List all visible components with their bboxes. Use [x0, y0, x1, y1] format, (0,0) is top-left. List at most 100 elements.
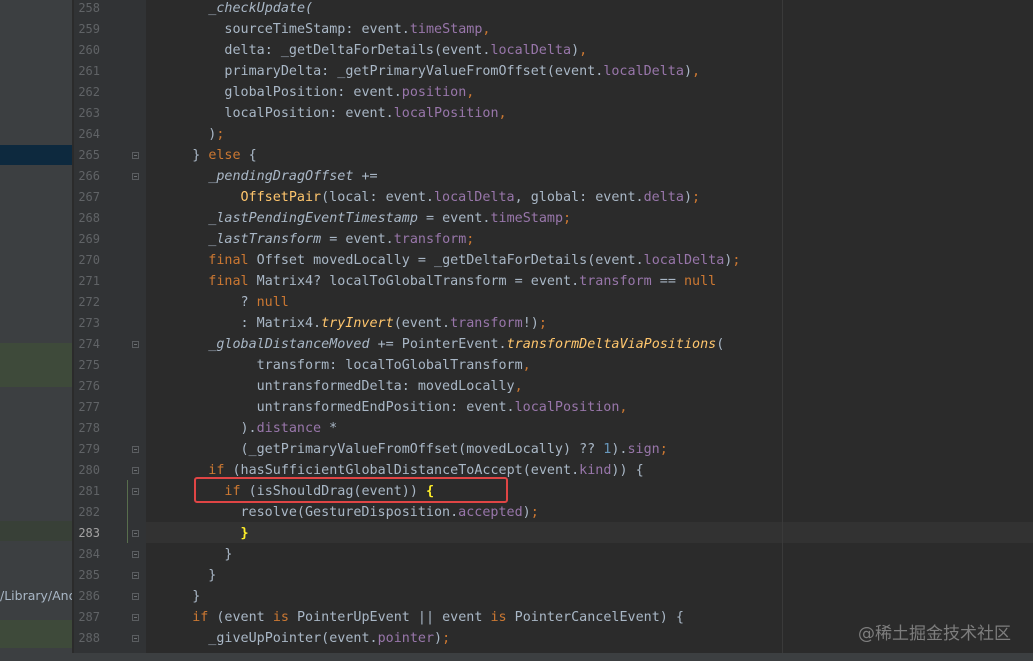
code-line[interactable]: ); — [208, 124, 224, 145]
line-number[interactable]: 286 — [74, 586, 100, 607]
code-token: ; — [732, 253, 741, 268]
code-line[interactable]: ).distance * — [241, 418, 338, 439]
fold-marker-icon[interactable] — [132, 530, 139, 537]
line-number[interactable]: 278 — [74, 418, 100, 439]
code-token: _checkUpdate( — [208, 1, 314, 16]
fold-marker-icon[interactable] — [132, 152, 139, 159]
code-line[interactable]: (_getPrimaryValueFromOffset(movedLocally… — [241, 439, 668, 460]
fold-marker-icon[interactable] — [132, 446, 139, 453]
code-token: ( — [716, 337, 725, 352]
fold-marker-icon[interactable] — [132, 467, 139, 474]
code-token: if — [208, 463, 225, 478]
line-number[interactable]: 267 — [74, 187, 100, 208]
code-editor[interactable]: _checkUpdate( sourceTimeStamp: event.time… — [146, 0, 1033, 661]
code-line[interactable]: OffsetPair(local: event.localDelta, glob… — [241, 187, 701, 208]
line-number[interactable]: 274 — [74, 334, 100, 355]
code-line[interactable]: } — [208, 565, 216, 586]
line-number[interactable]: 279 — [74, 439, 100, 460]
code-line[interactable]: delta: _getDeltaForDetails(event.localDe… — [224, 40, 587, 61]
code-line[interactable]: ? null — [241, 292, 289, 313]
code-line[interactable]: _checkUpdate( — [208, 0, 313, 19]
line-number[interactable]: 263 — [74, 103, 100, 124]
code-line[interactable]: } — [192, 586, 200, 607]
line-number-gutter[interactable]: 258 259 260 261 262 263 264 265 266 267 268 269 270 2… — [74, 0, 146, 661]
line-number[interactable]: 287 — [74, 607, 100, 628]
project-path-text[interactable]: /Library/And — [0, 586, 72, 606]
code-line[interactable]: : Matrix4.tryInvert(event.transform!); — [241, 313, 547, 334]
fold-marker-icon[interactable] — [132, 173, 139, 180]
code-line[interactable]: _lastPendingEventTimestamp = event.timeS… — [208, 208, 571, 229]
code-token: += PointerEvent. — [369, 337, 507, 352]
line-number[interactable]: 264 — [74, 124, 100, 145]
line-number[interactable]: 280 — [74, 460, 100, 481]
code-token: pointer — [377, 631, 435, 646]
code-token: == — [651, 274, 684, 289]
code-token: = event. — [321, 232, 394, 247]
line-number[interactable]: 288 — [74, 628, 100, 649]
line-number[interactable]: 276 — [74, 376, 100, 397]
line-number[interactable]: 266 — [74, 166, 100, 187]
code-line[interactable]: final Matrix4? localToGlobalTransform = … — [208, 271, 716, 292]
line-number[interactable]: 283 — [74, 523, 100, 544]
code-line[interactable]: untransformedEndPosition: event.localPos… — [257, 397, 628, 418]
code-line[interactable]: transform: localToGlobalTransform, — [257, 355, 531, 376]
line-number[interactable]: 259 — [74, 19, 100, 40]
code-line[interactable]: primaryDelta: _getPrimaryValueFromOffset… — [224, 61, 700, 82]
caret-line-highlight — [146, 522, 1033, 543]
code-token: , — [482, 22, 491, 37]
code-token: kind — [579, 463, 612, 478]
fold-marker-icon[interactable] — [132, 572, 139, 579]
code-token: transform — [450, 316, 523, 331]
line-number[interactable]: 282 — [74, 502, 100, 523]
code-line[interactable]: } — [224, 544, 232, 565]
line-number[interactable]: 277 — [74, 397, 100, 418]
code-token: , — [514, 379, 523, 394]
line-number[interactable]: 269 — [74, 229, 100, 250]
code-line[interactable]: } else { — [192, 145, 257, 166]
line-number[interactable]: 262 — [74, 82, 100, 103]
vcs-change-marker[interactable] — [127, 480, 128, 543]
line-number[interactable]: 261 — [74, 61, 100, 82]
code-line[interactable]: untransformedDelta: movedLocally, — [257, 376, 523, 397]
code-line[interactable]: } — [241, 523, 249, 544]
line-number[interactable]: 268 — [74, 208, 100, 229]
line-number[interactable]: 271 — [74, 271, 100, 292]
code-token: transform — [393, 232, 467, 247]
line-number[interactable]: 285 — [74, 565, 100, 586]
code-line[interactable]: _pendingDragOffset += — [208, 166, 377, 187]
code-line[interactable]: _giveUpPointer(event.pointer); — [208, 628, 450, 649]
fold-marker-icon[interactable] — [132, 593, 139, 600]
line-number[interactable]: 270 — [74, 250, 100, 271]
fold-marker-icon[interactable] — [132, 551, 139, 558]
fold-marker-icon[interactable] — [132, 614, 139, 621]
watermark: @稀土掘金技术社区 — [858, 624, 1011, 644]
line-number[interactable]: 281 — [74, 481, 100, 502]
project-panel-selected-row[interactable] — [0, 145, 72, 165]
line-number[interactable]: 272 — [74, 292, 100, 313]
code-token: localPosition — [514, 400, 620, 415]
code-line[interactable]: if (event is PointerUpEvent || event is … — [192, 607, 684, 628]
line-number[interactable]: 265 — [74, 145, 100, 166]
code-line[interactable]: _lastTransform = event.transform; — [208, 229, 474, 250]
line-number[interactable]: 273 — [74, 313, 100, 334]
line-number[interactable]: 260 — [74, 40, 100, 61]
code-line[interactable]: _globalDistanceMoved += PointerEvent.tra… — [208, 334, 724, 355]
fold-marker-icon[interactable] — [132, 341, 139, 348]
code-token: } — [208, 568, 217, 583]
line-number[interactable]: 284 — [74, 544, 100, 565]
code-token: , — [498, 106, 507, 121]
code-line[interactable]: final Offset movedLocally = _getDeltaFor… — [208, 250, 740, 271]
line-number[interactable]: 275 — [74, 355, 100, 376]
code-token: is — [272, 610, 289, 625]
code-token: OffsetPair — [240, 190, 322, 205]
project-panel[interactable]: /Library/And — [0, 0, 72, 661]
code-line[interactable]: resolve(GestureDisposition.accepted); — [241, 502, 539, 523]
code-line[interactable]: globalPosition: event.position, — [224, 82, 474, 103]
code-token: localPosition — [393, 106, 499, 121]
line-number[interactable]: 258 — [74, 0, 100, 19]
code-line[interactable]: localPosition: event.localPosition, — [224, 103, 506, 124]
fold-marker-icon[interactable] — [132, 488, 139, 495]
fold-marker-icon[interactable] — [132, 635, 139, 642]
code-line[interactable]: sourceTimeStamp: event.timeStamp, — [224, 19, 490, 40]
right-margin-guide — [782, 0, 783, 661]
